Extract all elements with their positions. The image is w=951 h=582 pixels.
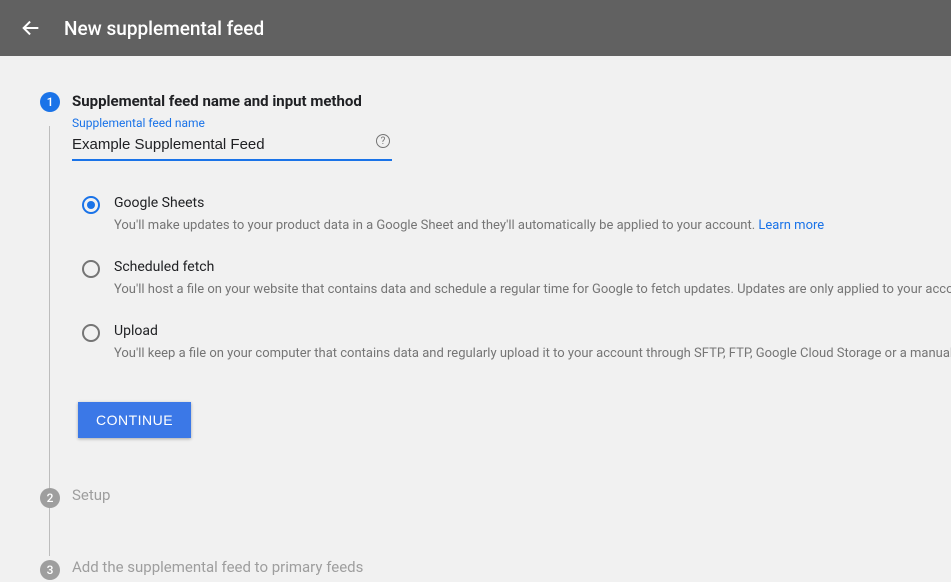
continue-button[interactable]: CONTINUE	[78, 402, 191, 438]
option-desc: You'll make updates to your product data…	[114, 217, 951, 235]
radio-google-sheets[interactable]	[82, 196, 100, 214]
step-3-title: Add the supplemental feed to primary fee…	[72, 558, 363, 576]
step-3-badge: 3	[40, 560, 60, 580]
help-icon[interactable]: ?	[376, 134, 390, 148]
feed-name-input[interactable]	[72, 132, 392, 161]
input-method-options: Google Sheets You'll make updates to you…	[82, 195, 951, 364]
step-3: 3 Add the supplemental feed to primary f…	[40, 558, 951, 582]
header: New supplemental feed	[0, 0, 951, 56]
option-desc: You'll keep a file on your computer that…	[114, 345, 951, 363]
step-2-title: Setup	[72, 486, 110, 504]
option-scheduled-fetch[interactable]: Scheduled fetch You'll host a file on yo…	[82, 259, 951, 299]
radio-upload[interactable]	[82, 324, 100, 342]
option-desc: You'll host a file on your website that …	[114, 281, 951, 299]
feed-name-field-wrap: ?	[72, 132, 392, 161]
option-title: Google Sheets	[114, 195, 951, 211]
step-1: 1 Supplemental feed name and input metho…	[40, 92, 951, 438]
back-arrow-icon[interactable]	[20, 17, 42, 39]
content: 1 Supplemental feed name and input metho…	[0, 56, 951, 582]
option-google-sheets[interactable]: Google Sheets You'll make updates to you…	[82, 195, 951, 235]
feed-name-label: Supplemental feed name	[72, 116, 951, 130]
option-title: Scheduled fetch	[114, 259, 951, 275]
step-1-title: Supplemental feed name and input method	[72, 92, 951, 110]
learn-more-link[interactable]: Learn more	[758, 218, 824, 233]
radio-scheduled-fetch[interactable]	[82, 260, 100, 278]
page-title: New supplemental feed	[64, 17, 264, 40]
step-2: 2 Setup	[40, 486, 951, 510]
option-desc-text: You'll make updates to your product data…	[114, 218, 758, 233]
option-upload[interactable]: Upload You'll keep a file on your comput…	[82, 323, 951, 363]
step-2-badge: 2	[40, 488, 60, 508]
step-1-badge: 1	[40, 92, 60, 112]
option-title: Upload	[114, 323, 951, 339]
